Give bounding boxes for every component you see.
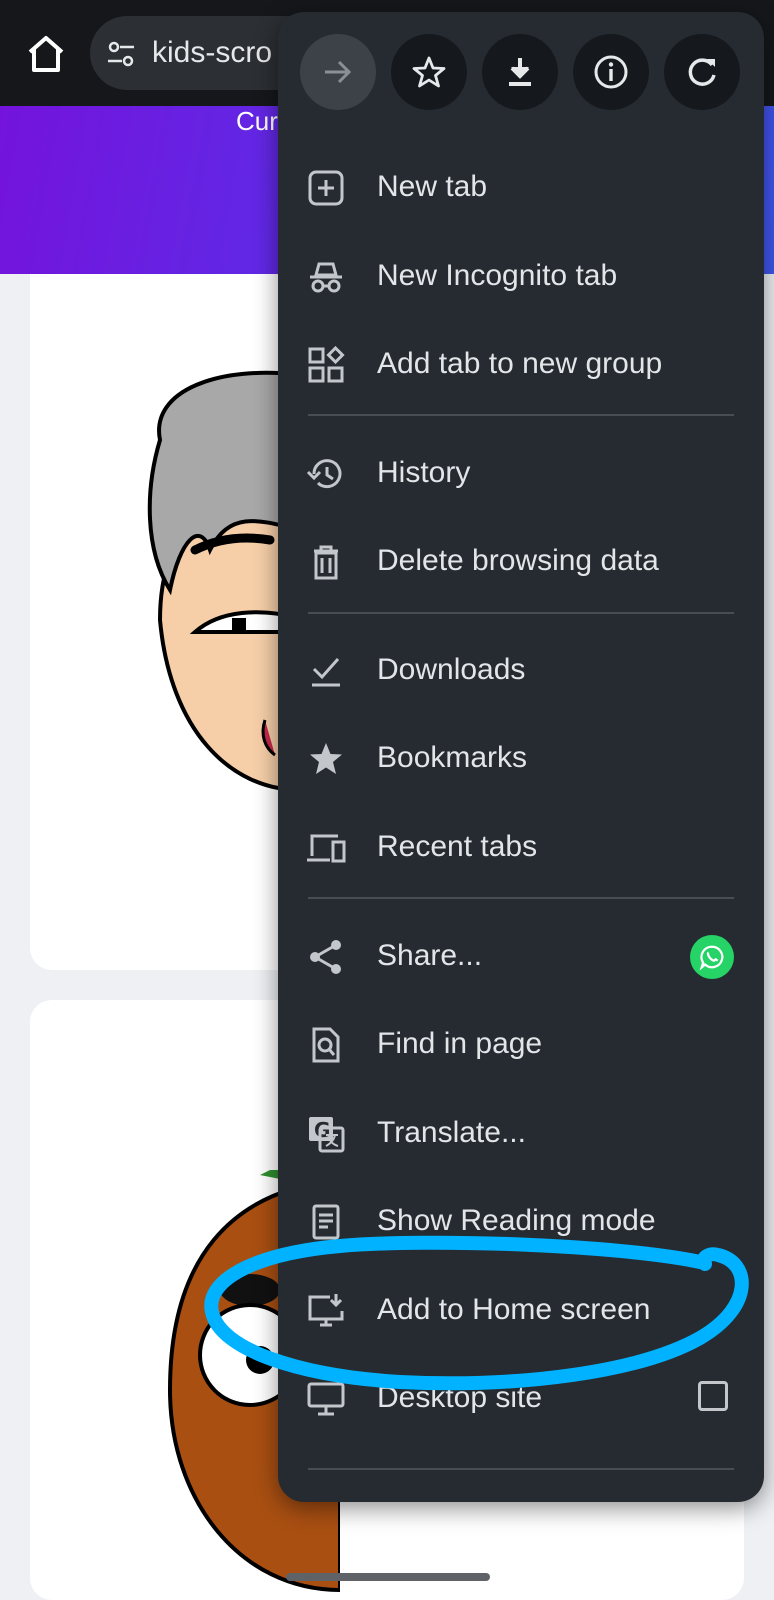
downloads-icon (306, 651, 346, 691)
refresh-icon[interactable] (664, 34, 740, 110)
menu-item-label: Translate... (377, 1116, 526, 1149)
forward-icon[interactable] (300, 34, 376, 110)
history-icon (306, 454, 346, 494)
svg-text:G: G (314, 1118, 330, 1142)
menu-item-new-tab[interactable]: New tab (278, 142, 764, 232)
menu-divider (308, 414, 734, 416)
bookmark-star-icon (306, 739, 346, 779)
incognito-icon (306, 257, 346, 297)
translate-icon: G (306, 1114, 346, 1154)
menu-item-label: New tab (377, 170, 488, 203)
home-icon[interactable] (22, 30, 70, 78)
info-icon[interactable] (573, 34, 649, 110)
menu-item-find-in-page[interactable]: Find in page (278, 999, 764, 1089)
find-in-page-icon (306, 1025, 346, 1065)
url-text[interactable]: kids-scro (152, 36, 272, 70)
menu-item-translate[interactable]: G Translate... (278, 1088, 764, 1178)
menu-item-delete-browsing-data[interactable]: Delete browsing data (278, 516, 764, 606)
menu-item-label: New Incognito tab (377, 259, 618, 292)
menu-item-label: Bookmarks (377, 741, 528, 774)
menu-item-history[interactable]: History (278, 428, 764, 518)
trash-icon (306, 542, 346, 582)
menu-item-new-incognito-tab[interactable]: New Incognito tab (278, 231, 764, 321)
menu-action-row (300, 34, 740, 114)
menu-item-label: Add to Home screen (377, 1293, 651, 1326)
menu-item-label: Recent tabs (377, 830, 538, 863)
menu-item-add-to-home-screen[interactable]: Add to Home screen (278, 1265, 764, 1355)
gesture-nav-handle[interactable] (286, 1573, 490, 1581)
menu-item-label: Desktop site (377, 1381, 543, 1414)
menu-item-label: Find in page (377, 1027, 543, 1060)
menu-item-share[interactable]: Share... (278, 911, 764, 1001)
menu-item-bookmarks[interactable]: Bookmarks (278, 713, 764, 803)
menu-divider (308, 897, 734, 899)
whatsapp-icon[interactable] (690, 935, 734, 979)
menu-divider (308, 612, 734, 614)
tab-group-icon (306, 345, 346, 385)
desktop-site-checkbox[interactable] (698, 1381, 728, 1411)
menu-item-label: Show Reading mode (377, 1204, 656, 1237)
reading-mode-icon (306, 1202, 346, 1242)
new-tab-icon (306, 168, 346, 208)
desktop-icon (306, 1379, 346, 1419)
menu-item-label: Add tab to new group (377, 347, 663, 380)
hero-text: Cur (236, 106, 278, 136)
download-icon[interactable] (482, 34, 558, 110)
menu-item-label: Share... (377, 939, 483, 972)
star-icon[interactable] (391, 34, 467, 110)
tune-icon[interactable] (106, 40, 136, 68)
menu-item-desktop-site[interactable]: Desktop site (278, 1353, 764, 1443)
menu-item-label: History (377, 456, 471, 489)
menu-item-recent-tabs[interactable]: Recent tabs (278, 802, 764, 892)
menu-item-label: Downloads (377, 653, 526, 686)
share-icon (306, 937, 346, 977)
devices-icon (306, 828, 346, 868)
add-to-home-icon (306, 1291, 346, 1331)
menu-item-show-reading-mode[interactable]: Show Reading mode (278, 1176, 764, 1266)
menu-item-add-tab-to-group[interactable]: Add tab to new group (278, 319, 764, 409)
menu-item-label: Delete browsing data (377, 544, 659, 577)
menu-item-downloads[interactable]: Downloads (278, 625, 764, 715)
menu-divider (308, 1468, 734, 1470)
browser-overflow-menu: New tab New Incognito tab Add tab to new… (278, 12, 764, 1502)
cartoon-kid-image (147, 370, 300, 793)
